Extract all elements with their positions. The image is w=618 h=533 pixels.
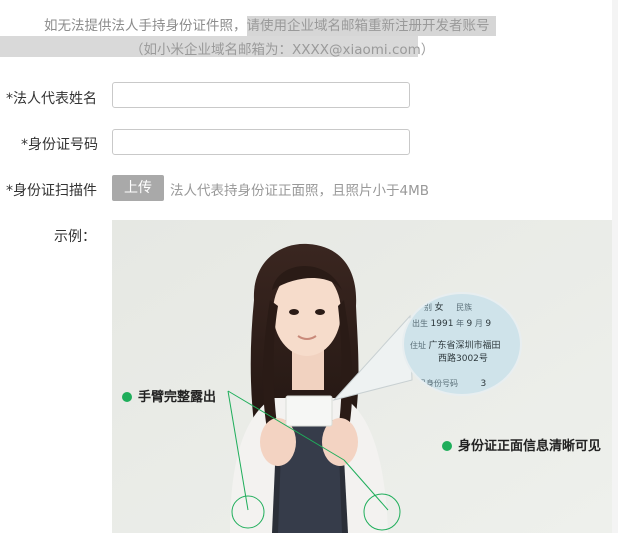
id-card-zoom: 别 女 民族 出生 1991 年 9 月 9 住址 广东省深圳市福田 西路300… (402, 292, 522, 396)
upload-hint: 法人代表持身份证正面照，且照片小于4MB (170, 183, 429, 199)
page-edge (612, 0, 618, 533)
example-photo-illustration (112, 220, 612, 533)
green-dot-icon (442, 441, 452, 451)
green-dot-icon (122, 392, 132, 402)
example-label: 示例： (54, 229, 96, 245)
example-photo: 别 女 民族 出生 1991 年 9 月 9 住址 广东省深圳市福田 西路300… (112, 220, 612, 533)
notice-line-2: （如小米企业域名邮箱为：XXXX@xiaomi.com） (130, 42, 435, 58)
caption-id-clear: 身份证正面信息清晰可见 (442, 435, 601, 454)
notice-line-1: 如无法提供法人手持身份证件照，请使用企业域名邮箱重新注册开发者账号 (44, 14, 496, 36)
legal-name-label: *法人代表姓名 (6, 91, 97, 107)
notice-text: 如无法提供法人手持身份证件照， (44, 18, 247, 34)
notice-highlight-text: 请使用企业域名邮箱重新注册开发者账号 (246, 16, 496, 36)
caption-arm-visible: 手臂完整露出 (122, 386, 216, 405)
id-number-input[interactable] (112, 129, 410, 155)
upload-button[interactable]: 上传 (112, 175, 164, 201)
legal-name-input[interactable] (112, 82, 410, 108)
notice-banner: 如无法提供法人手持身份证件照，请使用企业域名邮箱重新注册开发者账号 （如小米企业… (0, 0, 618, 60)
id-scan-label: *身份证扫描件 (6, 183, 97, 199)
id-number-label: *身份证号码 (21, 137, 98, 153)
